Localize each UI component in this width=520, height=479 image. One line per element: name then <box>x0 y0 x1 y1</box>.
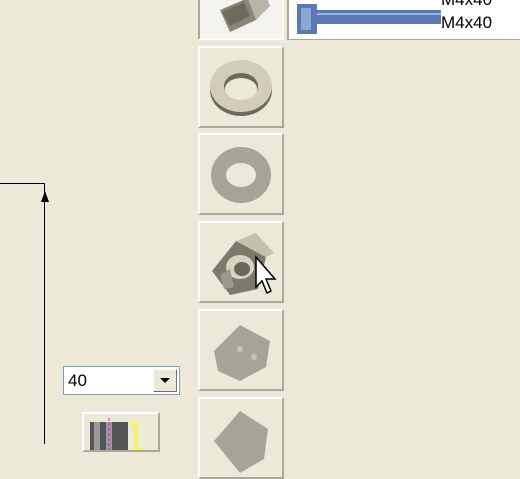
washer-tool-button[interactable] <box>198 46 284 128</box>
plate-icon <box>214 325 270 381</box>
washer-disabled-icon <box>211 147 271 203</box>
list-item-bolt-m4x40[interactable]: M4x40 M4x40 <box>289 0 520 39</box>
profile-view-button[interactable] <box>82 412 160 452</box>
arrow-marker-icon <box>41 191 49 202</box>
length-combo[interactable]: 40 <box>63 366 180 395</box>
list-item-label-partial: M4x40 <box>441 0 492 11</box>
plate-tool-button[interactable] <box>198 309 284 391</box>
list-item-label: M4x40 <box>441 13 493 32</box>
washer-disabled-tool-button[interactable] <box>198 133 284 215</box>
list-item-label-top-text: M4x40 <box>441 0 492 9</box>
drawing-line-horizontal <box>0 183 45 184</box>
drawing-line-vertical <box>44 183 45 444</box>
chevron-down-icon <box>160 378 170 383</box>
combo-dropdown-button[interactable] <box>153 369 177 392</box>
mouse-cursor-icon <box>255 254 277 295</box>
nut-insert-tool-button[interactable] <box>198 221 284 303</box>
profile-icon <box>90 418 144 450</box>
bolt-side-icon <box>297 4 441 34</box>
hardware-toolbar <box>198 0 286 479</box>
part-list-panel: M4x40 M4x40 <box>287 0 520 40</box>
plate-tool-button-2[interactable] <box>198 397 284 479</box>
bolt-icon <box>220 0 270 32</box>
length-combo-value: 40 <box>68 371 87 390</box>
plate-icon-2 <box>214 411 268 473</box>
bolt-tool-button[interactable] <box>198 0 284 40</box>
washer-icon <box>210 60 272 116</box>
